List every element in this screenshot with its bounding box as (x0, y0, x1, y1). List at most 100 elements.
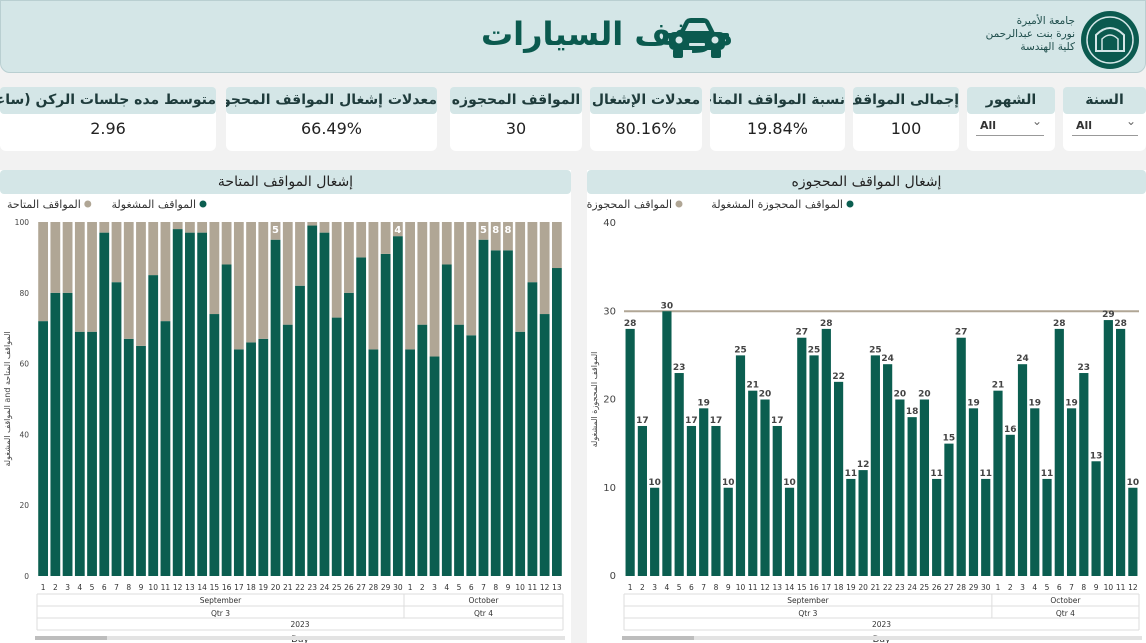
bar-occupied (258, 338, 269, 576)
x-tick-label: 11 (528, 583, 538, 592)
bar-occupied (1079, 373, 1089, 576)
x-tick-label: 5 (677, 583, 682, 592)
chevron-down-icon: ⌄ (1125, 114, 1136, 128)
kpi-available-ratio: نسبة المواقف المتاحة 19.84% (710, 87, 845, 151)
data-label: 24 (881, 354, 894, 364)
y-tick-label: 40 (19, 430, 29, 439)
bar-occupied (723, 487, 733, 576)
data-label: 20 (759, 390, 772, 400)
bar-available (429, 222, 440, 357)
y-tick-label: 80 (19, 289, 29, 298)
x-tick-label: 22 (295, 583, 305, 592)
bar-occupied (429, 356, 440, 576)
bar-available (331, 222, 342, 318)
x-tick-label: 9 (1094, 583, 1099, 592)
data-label: 21 (992, 381, 1005, 391)
y-tick-label: 60 (19, 360, 29, 369)
bar-available (160, 222, 171, 322)
bar-occupied (319, 232, 330, 576)
chart-title: إشغال المواقف المحجوزه (587, 170, 1146, 194)
data-label: 28 (1053, 319, 1066, 329)
x-tick-label: 4 (444, 583, 449, 592)
bar-available (295, 222, 305, 286)
x-tick-label: 5 (90, 583, 95, 592)
x-tick-label: 8 (714, 583, 719, 592)
bar-occupied (625, 328, 635, 576)
bar-occupied (833, 381, 844, 576)
year-dropdown[interactable]: All ⌄ (1072, 114, 1138, 136)
bar-available (539, 222, 550, 315)
x-tick-label: 1 (996, 583, 1001, 592)
bar-occupied (62, 292, 73, 576)
scrollbar-thumb[interactable] (35, 636, 107, 640)
bar-occupied (1030, 408, 1040, 576)
data-label: 23 (673, 363, 686, 373)
data-label: 10 (722, 478, 735, 488)
data-label: 17 (636, 416, 649, 426)
x-tick-label: 13 (552, 583, 562, 592)
bar-available (527, 222, 538, 283)
bar-occupied (515, 331, 526, 576)
x-tick-label: 10 (515, 583, 525, 592)
bar-occupied (846, 478, 856, 576)
chevron-down-icon: ⌄ (1031, 114, 1042, 128)
x-tick-label: 11 (161, 583, 171, 592)
x-tick-label: 29 (381, 583, 391, 592)
bar-available (441, 222, 452, 265)
year-label: 2023 (290, 620, 309, 629)
bar-available (307, 222, 318, 226)
y-tick-label: 30 (603, 306, 616, 317)
data-label: 11 (930, 469, 943, 479)
bar-available (246, 222, 256, 343)
data-label: 8 (504, 225, 511, 236)
bar-available (136, 222, 146, 346)
year-label: 2023 (872, 620, 891, 629)
data-label: 21 (746, 381, 759, 391)
bar-available (368, 222, 379, 350)
x-tick-label: 10 (148, 583, 158, 592)
bar-occupied (735, 355, 746, 576)
bar-available (209, 222, 220, 315)
bar-occupied (883, 364, 893, 576)
bar-occupied (699, 408, 709, 576)
month-label: September (200, 596, 242, 605)
bar-occupied (221, 264, 232, 576)
bar-occupied (1054, 328, 1064, 576)
x-tick-label: 21 (871, 583, 881, 592)
bar-occupied (466, 335, 477, 576)
x-tick-label: 16 (809, 583, 819, 592)
data-label: 20 (894, 390, 907, 400)
bar-occupied (209, 314, 220, 576)
bar-available (50, 222, 61, 293)
data-label: 25 (869, 345, 882, 355)
bar-occupied (87, 331, 97, 576)
x-tick-label: 20 (858, 583, 868, 592)
bar-occupied (368, 349, 379, 576)
quarter-label: Qtr 4 (474, 609, 493, 618)
y-tick-label: 0 (610, 571, 616, 582)
bar-available (123, 222, 134, 339)
bar-occupied (919, 399, 930, 576)
legend-label: المواقف المتاحة (7, 198, 81, 211)
bar-occupied (1103, 320, 1113, 576)
x-tick-label: 25 (332, 583, 342, 592)
months-dropdown[interactable]: All ⌄ (976, 114, 1044, 136)
bar-occupied (478, 239, 489, 576)
x-tick-label: 5 (457, 583, 462, 592)
bar-occupied (1128, 487, 1138, 576)
x-tick-label: 15 (210, 583, 220, 592)
data-label: 28 (624, 319, 637, 329)
kpi-reserved-occupancy: معدلات إشغال المواقف المحجوزه 66.49% (226, 87, 437, 151)
x-tick-label: 4 (665, 583, 670, 592)
data-label: 10 (1127, 478, 1140, 488)
y-axis-label: المواقف المشغولة and المواقف المتاحة (3, 331, 12, 466)
scrollbar-thumb[interactable] (622, 636, 694, 640)
data-label: 10 (783, 478, 796, 488)
x-tick-label: 6 (469, 583, 474, 592)
x-tick-label: 13 (773, 583, 783, 592)
x-tick-label: 7 (1069, 583, 1074, 592)
car-icon (665, 18, 729, 58)
bar-available (221, 222, 232, 265)
scrollbar-track[interactable] (622, 636, 1142, 640)
scrollbar-track[interactable] (35, 636, 565, 640)
